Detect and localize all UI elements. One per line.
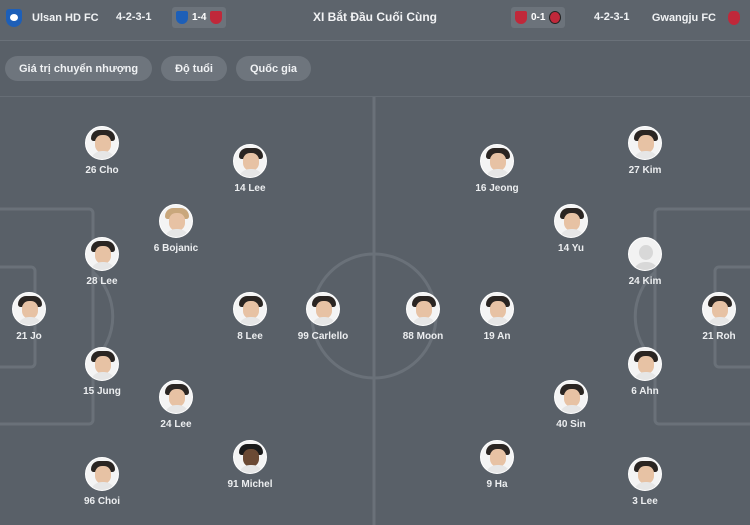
away-recent-result[interactable]: 0-1 [511, 7, 566, 28]
player-avatar[interactable] [306, 292, 340, 326]
player-label: 26 Cho [85, 165, 119, 176]
page-title: XI Bắt Đầu Cuối Cùng [313, 10, 437, 24]
player-label: 6 Ahn [631, 386, 659, 397]
away-player[interactable]: 6 Ahn [605, 347, 685, 397]
player-label: 14 Yu [558, 243, 584, 254]
player-label: 24 Lee [160, 419, 192, 430]
player-label: 91 Michel [227, 479, 273, 490]
away-player[interactable]: 40 Sin [531, 380, 611, 430]
player-label: 16 Jeong [475, 183, 519, 194]
home-player[interactable]: 99 Carlello [283, 292, 363, 342]
player-avatar[interactable] [159, 204, 193, 238]
away-player[interactable]: 14 Yu [531, 204, 611, 254]
player-avatar[interactable] [554, 380, 588, 414]
player-label: 24 Kim [628, 276, 662, 287]
gwangju-crest-icon [726, 9, 742, 27]
player-label: 8 Lee [237, 331, 263, 342]
player-label: 99 Carlello [297, 331, 349, 342]
player-avatar[interactable] [85, 237, 119, 271]
away-recent-score: 0-1 [531, 12, 546, 23]
player-avatar[interactable] [702, 292, 736, 326]
filter-market-value[interactable]: Giá trị chuyển nhượng [5, 56, 153, 81]
filter-age[interactable]: Độ tuổi [161, 56, 227, 81]
filter-chips: Giá trị chuyển nhượng Độ tuổi Quốc gia [5, 56, 312, 81]
away-player[interactable]: 27 Kim [605, 126, 685, 176]
player-label: 88 Moon [402, 331, 444, 342]
away-player[interactable]: 9 Ha [457, 440, 537, 490]
player-avatar[interactable] [85, 126, 119, 160]
player-label: 21 Jo [16, 331, 42, 342]
player-avatar[interactable] [554, 204, 588, 238]
player-avatar[interactable] [159, 380, 193, 414]
player-label: 6 Bojanic [153, 243, 199, 254]
player-label: 28 Lee [86, 276, 118, 287]
player-avatar[interactable] [233, 440, 267, 474]
home-player[interactable]: 14 Lee [210, 144, 290, 194]
player-avatar[interactable] [85, 457, 119, 491]
player-avatar[interactable] [480, 292, 514, 326]
home-player[interactable]: 6 Bojanic [136, 204, 216, 254]
player-label: 14 Lee [234, 183, 266, 194]
away-player[interactable]: 21 Roh [679, 292, 750, 342]
away-formation: 4-2-3-1 [594, 11, 630, 23]
away-player[interactable]: 19 An [457, 292, 537, 342]
player-label: 3 Lee [632, 496, 658, 507]
away-player[interactable]: 24 Kim [605, 237, 685, 287]
player-label: 15 Jung [83, 386, 121, 397]
player-avatar[interactable] [406, 292, 440, 326]
player-avatar[interactable] [480, 440, 514, 474]
away-player[interactable]: 16 Jeong [457, 144, 537, 194]
player-label: 21 Roh [702, 331, 736, 342]
player-avatar[interactable] [628, 347, 662, 381]
away-player[interactable]: 3 Lee [605, 457, 685, 507]
away-team[interactable]: Gwangju FC [652, 0, 742, 36]
gwangju-mini-crest-icon [515, 11, 527, 24]
player-avatar[interactable] [628, 126, 662, 160]
player-avatar[interactable] [85, 347, 119, 381]
player-avatar[interactable] [12, 292, 46, 326]
player-label: 19 An [483, 331, 511, 342]
home-player[interactable]: 24 Lee [136, 380, 216, 430]
home-player[interactable]: 91 Michel [210, 440, 290, 490]
away-team-name: Gwangju FC [651, 12, 716, 24]
home-player[interactable]: 26 Cho [62, 126, 142, 176]
home-player[interactable]: 21 Jo [0, 292, 69, 342]
opponent-mini-crest-icon [549, 11, 562, 24]
home-player[interactable]: 96 Choi [62, 457, 142, 507]
player-avatar[interactable] [628, 457, 662, 491]
lineup-header: Ulsan HD FC 4-2-3-1 1-4 XI Bắt Đầu Cuối … [0, 0, 750, 41]
player-avatar[interactable] [628, 237, 662, 271]
player-avatar[interactable] [233, 144, 267, 178]
home-player[interactable]: 8 Lee [210, 292, 290, 342]
player-label: 96 Choi [83, 496, 121, 507]
home-player[interactable]: 28 Lee [62, 237, 142, 287]
filter-nationality[interactable]: Quốc gia [235, 56, 312, 81]
home-player[interactable]: 15 Jung [62, 347, 142, 397]
away-player[interactable]: 88 Moon [383, 292, 463, 342]
player-label: 27 Kim [628, 165, 662, 176]
player-label: 40 Sin [556, 419, 586, 430]
player-avatar[interactable] [480, 144, 514, 178]
player-label: 9 Ha [486, 479, 508, 490]
player-avatar[interactable] [233, 292, 267, 326]
